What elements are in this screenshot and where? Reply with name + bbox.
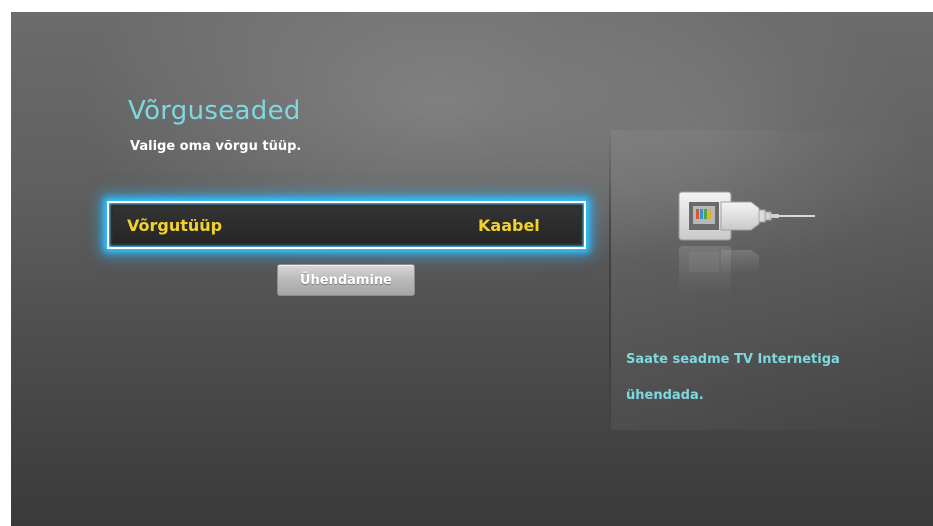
connect-button-label: Ühendamine — [299, 272, 393, 288]
page-title: Võrguseaded — [128, 96, 301, 126]
help-text-line1: Saate seadme TV Internetiga — [626, 352, 840, 367]
help-text-line2: ühendada. — [626, 388, 704, 403]
page-subtitle: Valige oma võrgu tüüp. — [130, 139, 302, 154]
tv-screen: Võrguseaded Valige oma võrgu tüüp. Võrgu… — [11, 12, 933, 526]
network-type-value: Kaabel — [478, 216, 540, 235]
network-type-label: Võrgutüüp — [127, 216, 223, 235]
connect-button[interactable]: Ühendamine — [277, 264, 415, 296]
help-text: Saate seadme TV Internetiga ühendada. — [626, 342, 926, 414]
ethernet-cable-icon — [678, 191, 815, 294]
panel-divider — [609, 130, 611, 430]
